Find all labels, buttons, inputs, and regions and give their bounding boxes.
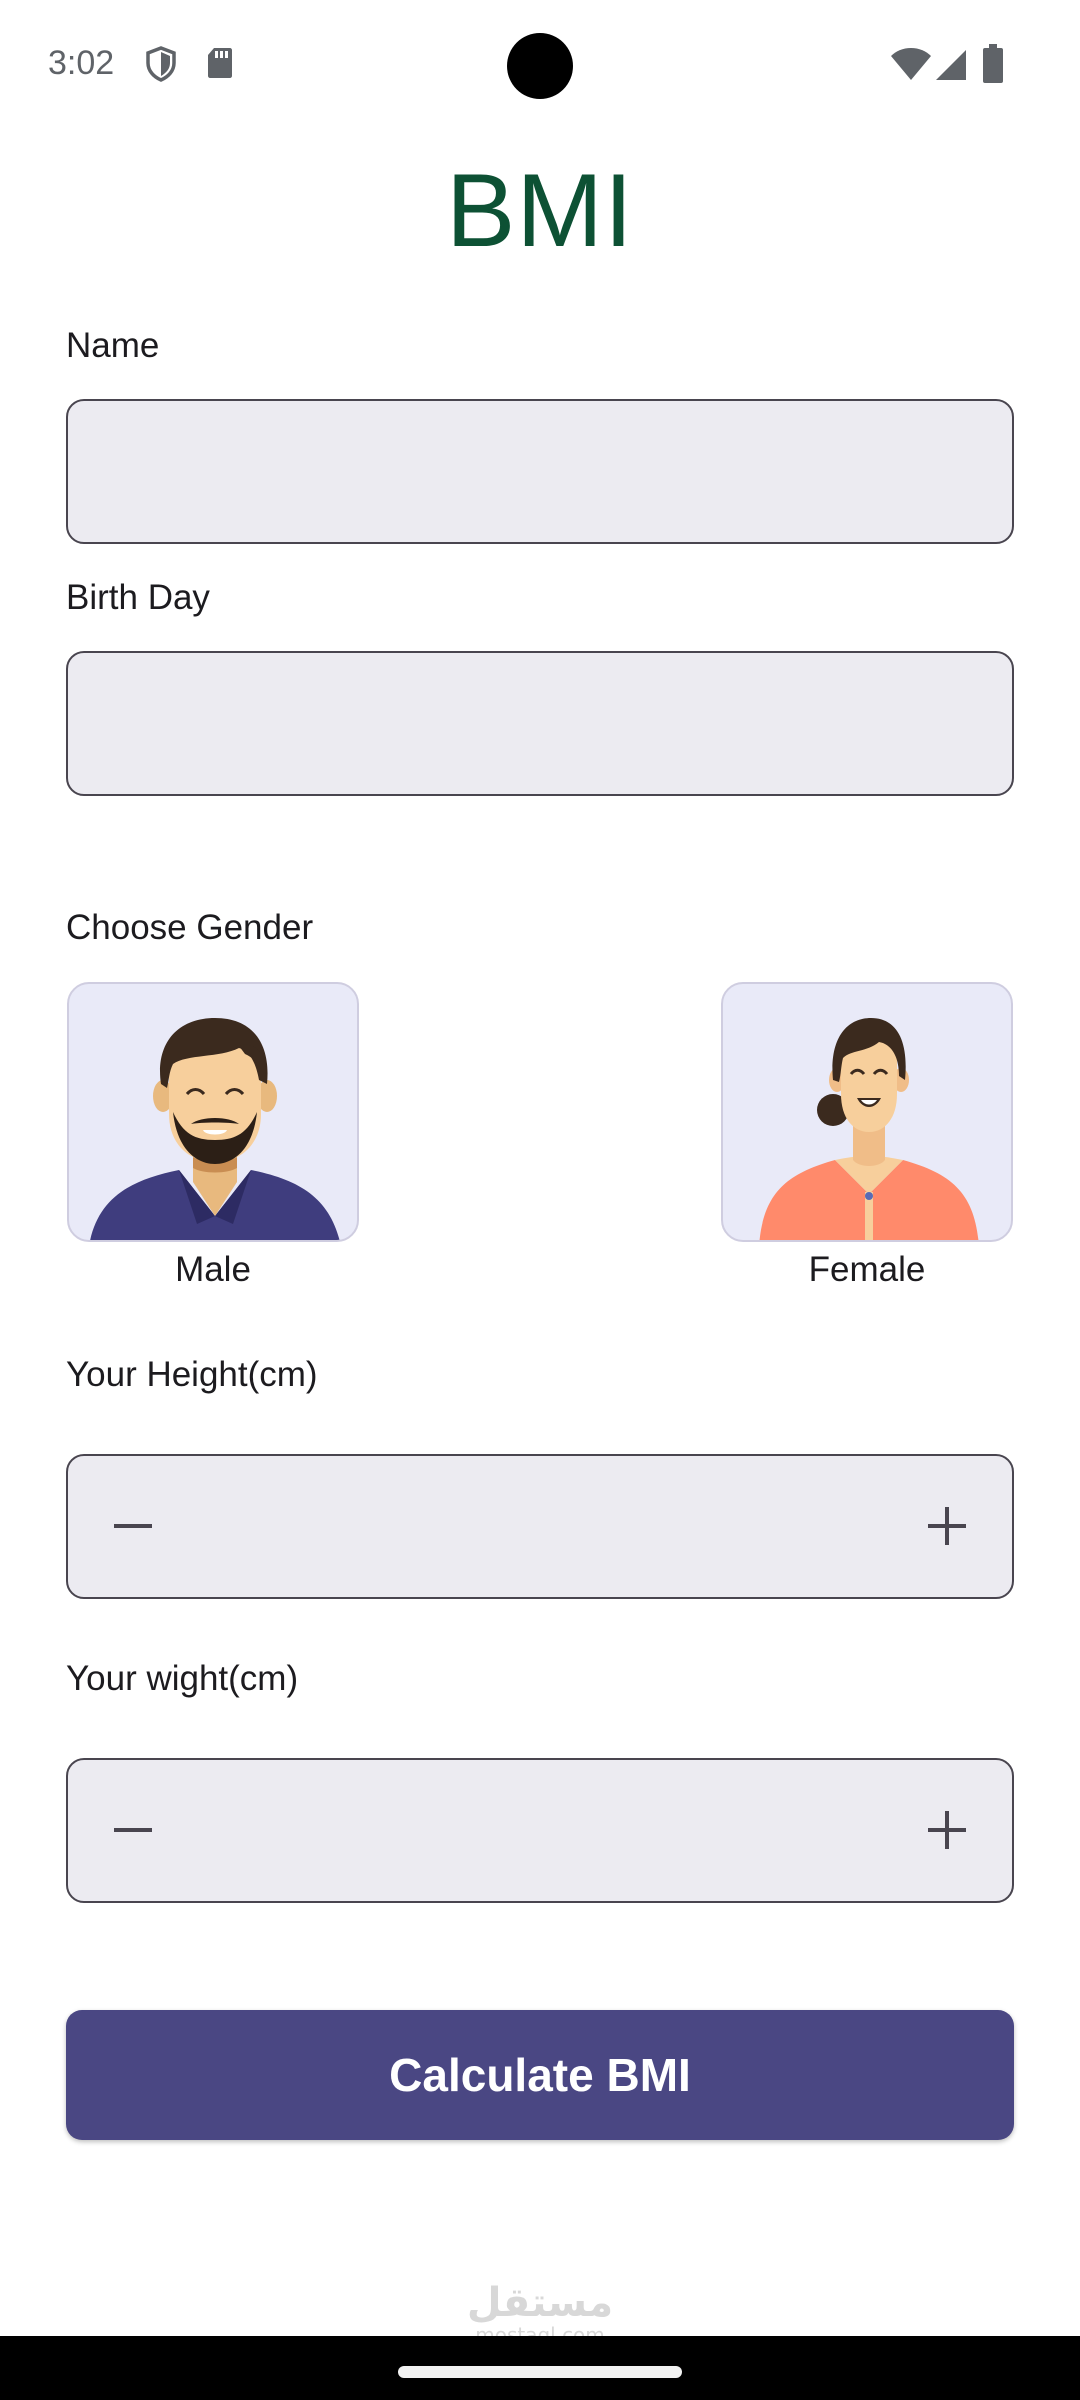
name-input[interactable] (68, 401, 1012, 542)
navigation-bar (0, 2336, 1080, 2400)
home-gesture-handle[interactable] (398, 2366, 682, 2378)
camera-cutout (507, 33, 573, 99)
height-decrement-button[interactable] (93, 1486, 173, 1566)
page-title: BMI (446, 153, 634, 269)
gender-label-male: Male (175, 1250, 251, 1289)
female-avatar-icon (759, 1018, 979, 1240)
birthday-label: Birth Day (66, 578, 210, 617)
height-increment-button[interactable] (907, 1486, 987, 1566)
calculate-bmi-button[interactable]: Calculate BMI (66, 2010, 1014, 2140)
shield-icon (144, 46, 178, 87)
name-label: Name (66, 326, 160, 365)
plus-icon (928, 1811, 966, 1849)
height-stepper (66, 1454, 1014, 1599)
weight-decrement-button[interactable] (93, 1790, 173, 1870)
minus-icon (114, 1524, 152, 1528)
minus-icon (114, 1828, 152, 1832)
gender-label: Choose Gender (66, 908, 314, 947)
weight-label: Your wight(cm) (66, 1659, 299, 1698)
male-avatar-icon (90, 1018, 340, 1240)
battery-icon (982, 44, 1004, 89)
plus-icon (928, 1507, 966, 1545)
weight-increment-button[interactable] (907, 1790, 987, 1870)
watermark-main: مستقل (466, 2280, 614, 2326)
height-label: Your Height(cm) (66, 1355, 318, 1394)
sd-card-icon (206, 46, 234, 85)
birthday-field-container (66, 651, 1014, 796)
weight-stepper (66, 1758, 1014, 1903)
cellular-signal-icon (934, 48, 968, 87)
name-field-container (66, 399, 1014, 544)
wifi-icon (890, 48, 932, 87)
status-time: 3:02 (48, 44, 115, 82)
gender-label-female: Female (808, 1250, 926, 1289)
gender-option-female[interactable] (721, 982, 1013, 1242)
birthday-input[interactable] (68, 653, 1012, 794)
status-bar: 3:02 (0, 0, 1080, 132)
gender-option-male[interactable] (67, 982, 359, 1242)
